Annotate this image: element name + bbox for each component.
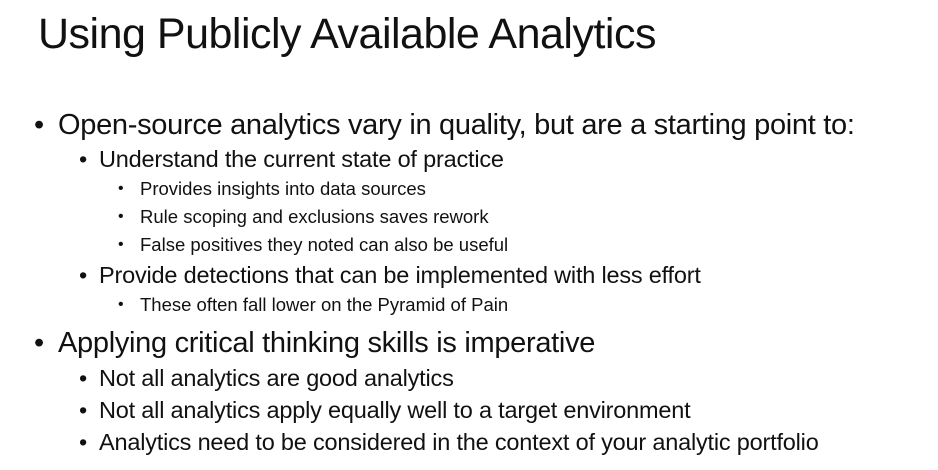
bullet-text: These often fall lower on the Pyramid of… <box>140 294 509 315</box>
bullet-item: • Provide detections that can be impleme… <box>79 261 701 289</box>
slide-title: Using Publicly Available Analytics <box>38 10 657 58</box>
bullet-item: • False positives they noted can also be… <box>118 233 508 257</box>
bullet-text: Analytics need to be considered in the c… <box>99 429 819 455</box>
slide: Using Publicly Available Analytics • Ope… <box>0 0 938 470</box>
bullet-text: Not all analytics apply equally well to … <box>99 397 691 423</box>
bullet-dot: • <box>118 208 124 225</box>
bullet-item: • Analytics need to be considered in the… <box>79 428 819 456</box>
bullet-text: Open-source analytics vary in quality, b… <box>58 109 855 141</box>
bullet-dot: • <box>34 109 44 141</box>
bullet-dot: • <box>79 397 88 423</box>
bullet-item: • Provides insights into data sources <box>118 177 426 201</box>
bullet-item: • Not all analytics apply equally well t… <box>79 396 691 424</box>
bullet-item: • Open-source analytics vary in quality,… <box>34 108 855 142</box>
bullet-dot: • <box>79 262 88 288</box>
bullet-text: Provide detections that can be implement… <box>99 262 701 288</box>
bullet-item: • Rule scoping and exclusions saves rewo… <box>118 205 489 229</box>
bullet-text: Rule scoping and exclusions saves rework <box>140 206 489 227</box>
bullet-dot: • <box>79 365 88 391</box>
bullet-text: Applying critical thinking skills is imp… <box>58 327 596 359</box>
bullet-dot: • <box>118 296 124 313</box>
bullet-dot: • <box>79 429 88 455</box>
bullet-text: Not all analytics are good analytics <box>99 365 454 391</box>
bullet-text: Understand the current state of practice <box>99 146 504 172</box>
bullet-dot: • <box>34 327 44 359</box>
bullet-dot: • <box>79 146 88 172</box>
bullet-item: • Not all analytics are good analytics <box>79 364 454 392</box>
bullet-item: • Understand the current state of practi… <box>79 145 504 173</box>
bullet-text: False positives they noted can also be u… <box>140 234 509 255</box>
bullet-item: • Applying critical thinking skills is i… <box>34 326 595 360</box>
bullet-item: • These often fall lower on the Pyramid … <box>118 293 508 317</box>
bullet-dot: • <box>118 236 124 253</box>
bullet-dot: • <box>118 180 124 197</box>
bullet-text: Provides insights into data sources <box>140 178 426 199</box>
